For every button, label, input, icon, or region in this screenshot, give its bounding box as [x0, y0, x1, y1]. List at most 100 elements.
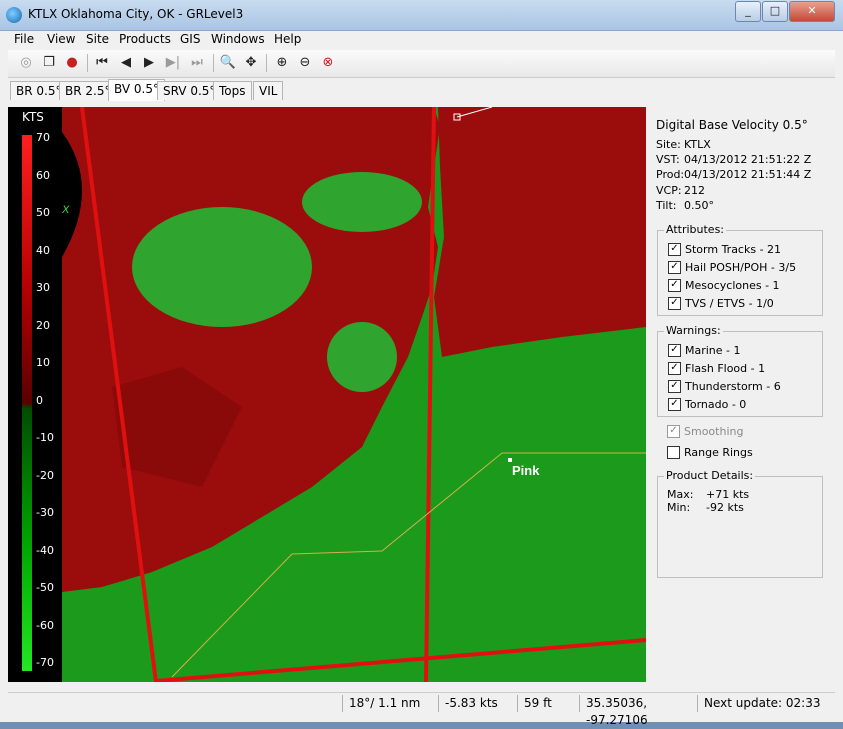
- tab-srv-0-5[interactable]: SRV 0.5°: [157, 81, 222, 100]
- checkbox-empty-icon[interactable]: [667, 446, 680, 459]
- toolbar: ◎ ❐ ● ⏮ ◀ ▶ ▶| ⏭ 🔍 ✥ ⊕ ⊖ ⊗: [8, 50, 835, 78]
- outbound-region: [434, 107, 646, 357]
- warnings-group: Warnings: ✓ Marine - 1 ✓ Flash Flood - 1 ✓…: [657, 324, 823, 417]
- minimize-button[interactable]: _: [735, 1, 761, 22]
- tab-tops[interactable]: Tops: [213, 81, 252, 100]
- inbound-patch: [327, 322, 397, 392]
- close-button[interactable]: ✕: [789, 1, 835, 22]
- zoom-in-icon[interactable]: ⊕: [272, 53, 292, 73]
- legend-tick: 10: [36, 356, 50, 369]
- zoom-out-icon[interactable]: ⊖: [295, 53, 315, 73]
- menu-file[interactable]: File: [14, 32, 34, 46]
- checkbox-checked-icon[interactable]: ✓: [668, 297, 681, 310]
- checkbox-checked-icon[interactable]: ✓: [668, 243, 681, 256]
- legend-tick: -40: [36, 544, 54, 557]
- checkbox-checked-icon[interactable]: ✓: [667, 425, 680, 438]
- maximize-button[interactable]: □: [762, 1, 788, 22]
- menu-view[interactable]: View: [47, 32, 75, 46]
- radar-map[interactable]: Pink X: [62, 107, 646, 682]
- vst-value: 04/13/2012 21:51:22 Z: [684, 153, 812, 166]
- status-bar: 18°/ 1.1 nm -5.83 kts 59 ft 35.35036, -9…: [8, 692, 835, 727]
- radar-velocity-image[interactable]: Pink X: [62, 107, 646, 682]
- vcp-label: VCP:: [656, 184, 682, 197]
- place-label: Pink: [512, 463, 540, 478]
- checkbox-checked-icon[interactable]: ✓: [668, 279, 681, 292]
- copy-icon[interactable]: ❐: [39, 53, 59, 73]
- record-icon[interactable]: ●: [62, 53, 82, 73]
- status-height: 59 ft: [517, 695, 584, 712]
- vst-label: VST:: [656, 153, 680, 166]
- title-bar[interactable]: KTLX Oklahoma City, OK - GRLevel3 _ □ ✕: [0, 0, 843, 31]
- legend-tick: 60: [36, 169, 50, 182]
- zoom-icon[interactable]: 🔍: [218, 53, 238, 73]
- legend-tick: -50: [36, 581, 54, 594]
- status-velocity: -5.83 kts: [438, 695, 521, 712]
- product-details-group: Product Details: Max: +71 kts Min: -92 k…: [657, 469, 823, 578]
- zoom-reset-icon[interactable]: ⊗: [318, 53, 338, 73]
- legend-tick: 50: [36, 206, 50, 219]
- last-frame-icon[interactable]: ⏭: [187, 53, 207, 73]
- velocity-color-legend: KTS 70 60 50 40 30 20 10 0 -10 -20 -30 -…: [8, 107, 62, 682]
- site-value: KTLX: [684, 138, 711, 151]
- legend-tick: -20: [36, 469, 54, 482]
- legend-tick: -60: [36, 619, 54, 632]
- menu-help[interactable]: Help: [274, 32, 301, 46]
- app-icon: [6, 7, 22, 23]
- window-title: KTLX Oklahoma City, OK - GRLevel3: [28, 7, 244, 21]
- attributes-title: Attributes:: [664, 223, 727, 236]
- inbound-patch: [302, 172, 422, 232]
- product-tabs: BR 0.5° BR 2.5° BV 0.5° SRV 0.5° Tops VI…: [8, 79, 835, 101]
- menu-gis[interactable]: GIS: [180, 32, 200, 46]
- product-name: Digital Base Velocity 0.5°: [656, 118, 808, 132]
- status-coordinates: 35.35036, -97.27106: [579, 695, 702, 727]
- legend-tick: 0: [36, 394, 43, 407]
- tilt-label: Tilt:: [656, 199, 677, 212]
- status-azimuth-range: 18°/ 1.1 nm: [342, 695, 437, 712]
- legend-tick: -30: [36, 506, 54, 519]
- menu-windows[interactable]: Windows: [211, 32, 265, 46]
- legend-tick: 20: [36, 319, 50, 332]
- site-label: Site:: [656, 138, 681, 151]
- toolbar-separator: [87, 54, 88, 72]
- legend-tick: 40: [36, 244, 50, 257]
- toolbar-separator: [213, 54, 214, 72]
- min-value: -92 kts: [706, 501, 744, 514]
- status-next-update: Next update: 02:33: [697, 695, 824, 712]
- toolbar-separator: [266, 54, 267, 72]
- legend-tick: -70: [36, 656, 54, 669]
- legend-tick: 30: [36, 281, 50, 294]
- legend-tick: -10: [36, 431, 54, 444]
- legend-tick: 70: [36, 131, 50, 144]
- app-window: KTLX Oklahoma City, OK - GRLevel3 _ □ ✕ …: [0, 0, 843, 727]
- menu-site[interactable]: Site: [86, 32, 109, 46]
- menu-products[interactable]: Products: [119, 32, 171, 46]
- checkbox-checked-icon[interactable]: ✓: [668, 362, 681, 375]
- checkbox-checked-icon[interactable]: ✓: [668, 344, 681, 357]
- radar-site-marker: X: [62, 204, 70, 216]
- checkbox-checked-icon[interactable]: ✓: [668, 261, 681, 274]
- max-label: Max:: [667, 488, 694, 501]
- vcp-value: 212: [684, 184, 705, 197]
- next-frame-icon[interactable]: ▶|: [163, 53, 183, 73]
- checkbox-checked-icon[interactable]: ✓: [668, 398, 681, 411]
- prev-frame-icon[interactable]: ◀: [116, 53, 136, 73]
- first-frame-icon[interactable]: ⏮: [92, 53, 112, 73]
- product-details-title: Product Details:: [664, 469, 756, 482]
- checkbox-checked-icon[interactable]: ✓: [668, 380, 681, 393]
- warnings-title: Warnings:: [664, 324, 723, 337]
- menu-bar: File View Site Products GIS Windows Help: [8, 31, 835, 49]
- place-marker[interactable]: [508, 458, 512, 462]
- tab-vil[interactable]: VIL: [253, 81, 284, 100]
- max-value: +71 kts: [706, 488, 750, 501]
- inbound-patch: [132, 207, 312, 327]
- legend-color-bar: [22, 135, 32, 671]
- play-icon[interactable]: ▶: [139, 53, 159, 73]
- tilt-value: 0.50°: [684, 199, 714, 212]
- attributes-group: Attributes: ✓ Storm Tracks - 21 ✓ Hail POS…: [657, 223, 823, 316]
- legend-unit: KTS: [22, 110, 44, 124]
- load-icon[interactable]: ◎: [16, 53, 36, 73]
- prod-value: 04/13/2012 21:51:44 Z: [684, 168, 812, 181]
- min-label: Min:: [667, 501, 691, 514]
- pan-icon[interactable]: ✥: [241, 53, 261, 73]
- prod-label: Prod:: [656, 168, 685, 181]
